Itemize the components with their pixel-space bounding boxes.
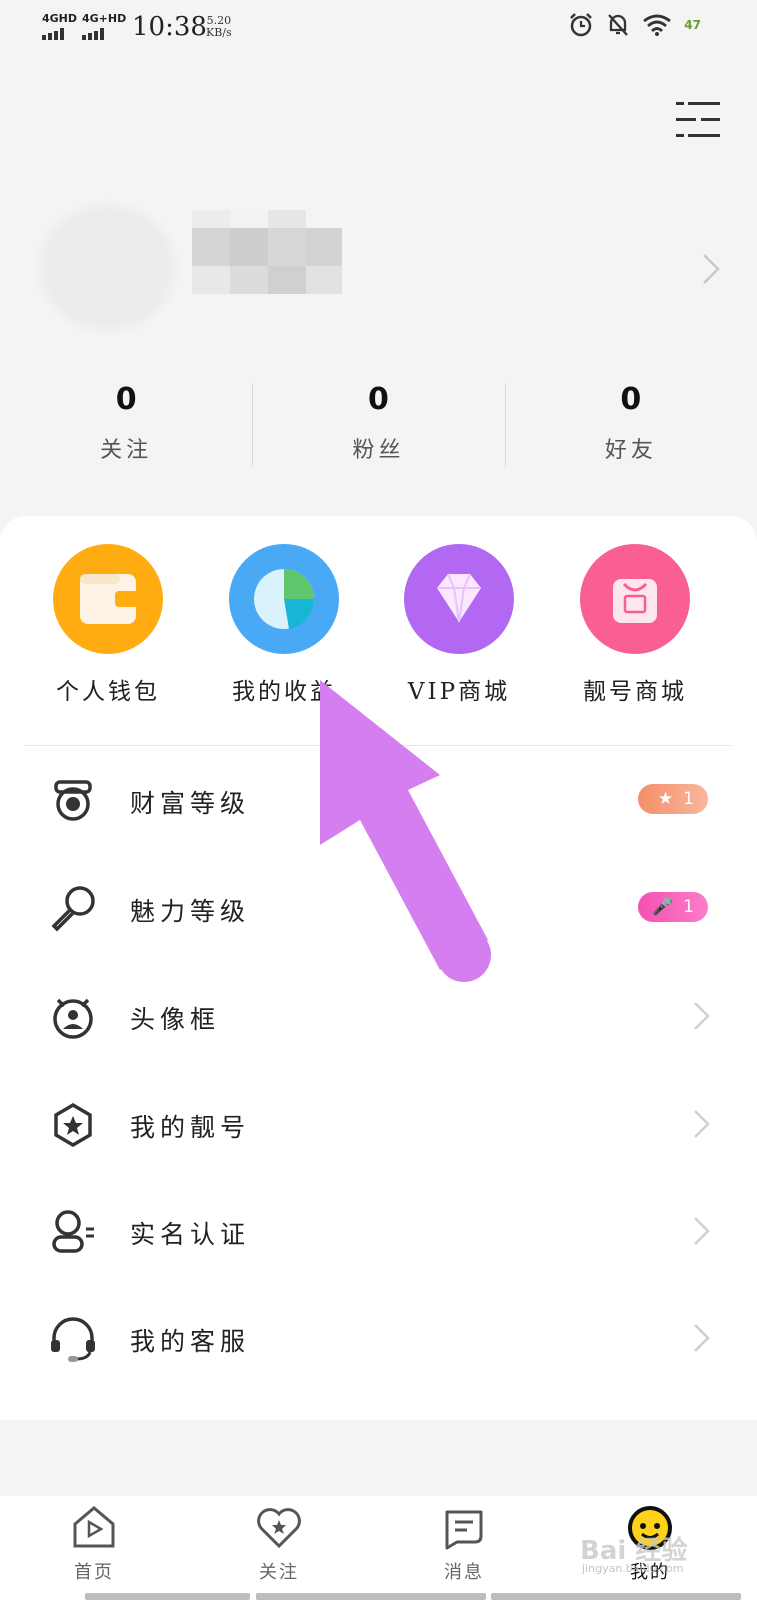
status-bar: 4GHD 4G+HD 10:38 5.20 KB/s 47 <box>0 0 757 60</box>
star-icon: ★ <box>657 789 674 809</box>
menu-label: 我的靓号 <box>130 1113 251 1142</box>
tab-label: 关注 <box>259 1562 299 1583</box>
id-verify-icon <box>52 1210 94 1253</box>
profile-page: 4GHD 4G+HD 10:38 5.20 KB/s 47 0 关注 0 粉丝 … <box>0 0 757 1600</box>
menu-customer-service[interactable]: 我的客服 <box>0 1284 757 1392</box>
stat-label: 粉丝 <box>352 438 405 463</box>
badge-level: 1 <box>683 789 694 809</box>
stat-label: 关注 <box>100 438 153 463</box>
chevron-right-icon[interactable] <box>700 252 722 286</box>
chevron-right-icon <box>694 1217 710 1245</box>
speed-unit: KB/s <box>206 26 232 39</box>
signal-icon-2 <box>82 28 104 40</box>
menu-label: 我的客服 <box>130 1327 251 1356</box>
network-speed: 5.20 KB/s <box>206 15 232 39</box>
pie-chart-icon <box>229 544 339 654</box>
nav-indicator <box>256 1593 486 1600</box>
wifi-icon <box>643 14 672 36</box>
microphone-badge-icon: 🎤 <box>652 897 674 917</box>
mute-icon <box>608 14 629 36</box>
tab-label: 首页 <box>74 1562 114 1583</box>
headset-icon <box>51 1317 95 1362</box>
network-type-2: 4G+HD <box>82 12 127 25</box>
tab-home[interactable]: 首页 <box>44 1502 144 1584</box>
stat-label: 好友 <box>604 438 657 463</box>
chevron-right-icon <box>694 1002 710 1030</box>
message-icon <box>445 1510 483 1550</box>
home-icon <box>73 1506 115 1548</box>
stat-friends[interactable]: 0 好友 <box>504 380 757 470</box>
wealth-level-icon <box>54 780 92 821</box>
quick-wallet[interactable]: 个人钱包 <box>33 544 183 706</box>
network-type-1: 4GHD <box>42 12 78 25</box>
tab-follow[interactable]: 关注 <box>229 1502 329 1584</box>
stats-row: 0 关注 0 粉丝 0 好友 <box>0 380 757 470</box>
watermark-url: jingyan.baidu.com <box>582 1562 684 1575</box>
battery-icon: 47 <box>684 18 701 32</box>
stat-value: 0 <box>368 382 389 417</box>
stat-value: 0 <box>115 382 137 417</box>
menu-real-name[interactable]: 实名认证 <box>0 1177 757 1285</box>
tab-messages[interactable]: 消息 <box>414 1502 514 1584</box>
avatar-frame-icon <box>53 998 93 1039</box>
menu-label: 财富等级 <box>130 789 251 818</box>
tab-label: 消息 <box>444 1562 484 1583</box>
stat-fans[interactable]: 0 粉丝 <box>252 380 504 470</box>
stat-divider <box>504 383 506 467</box>
menu-my-number[interactable]: 我的靓号 <box>0 1070 757 1178</box>
signal-icon <box>42 28 64 40</box>
diamond-icon <box>404 544 514 654</box>
wallet-icon <box>53 544 163 654</box>
menu-label: 魅力等级 <box>130 897 251 926</box>
settings-menu-icon[interactable] <box>676 100 720 140</box>
alarm-icon <box>570 13 593 37</box>
avatar[interactable] <box>40 205 175 330</box>
status-icons: 47 <box>568 12 701 38</box>
nav-indicator <box>85 1593 250 1600</box>
shopping-bag-icon <box>580 544 690 654</box>
chevron-right-icon <box>694 1324 710 1352</box>
stat-value: 0 <box>620 382 642 417</box>
username-pixelated <box>192 210 347 300</box>
star-badge-icon <box>54 1102 92 1148</box>
stat-divider <box>252 383 254 467</box>
badge-level: 1 <box>683 897 694 917</box>
quick-label: 靓号商城 <box>583 679 687 705</box>
quick-label: 个人钱包 <box>56 679 160 705</box>
menu-label: 头像框 <box>130 1005 221 1034</box>
heart-star-icon <box>257 1508 301 1549</box>
stat-following[interactable]: 0 关注 <box>0 380 252 470</box>
quick-number-shop[interactable]: 靓号商城 <box>560 544 710 706</box>
microphone-icon <box>51 886 95 932</box>
charm-badge: 🎤 1 <box>638 892 708 922</box>
chevron-right-icon <box>694 1110 710 1138</box>
nav-indicator <box>491 1593 741 1600</box>
annotation-arrow <box>320 680 491 982</box>
menu-label: 实名认证 <box>130 1220 251 1249</box>
clock: 10:38 <box>132 12 207 42</box>
wealth-badge: ★ 1 <box>638 784 708 814</box>
